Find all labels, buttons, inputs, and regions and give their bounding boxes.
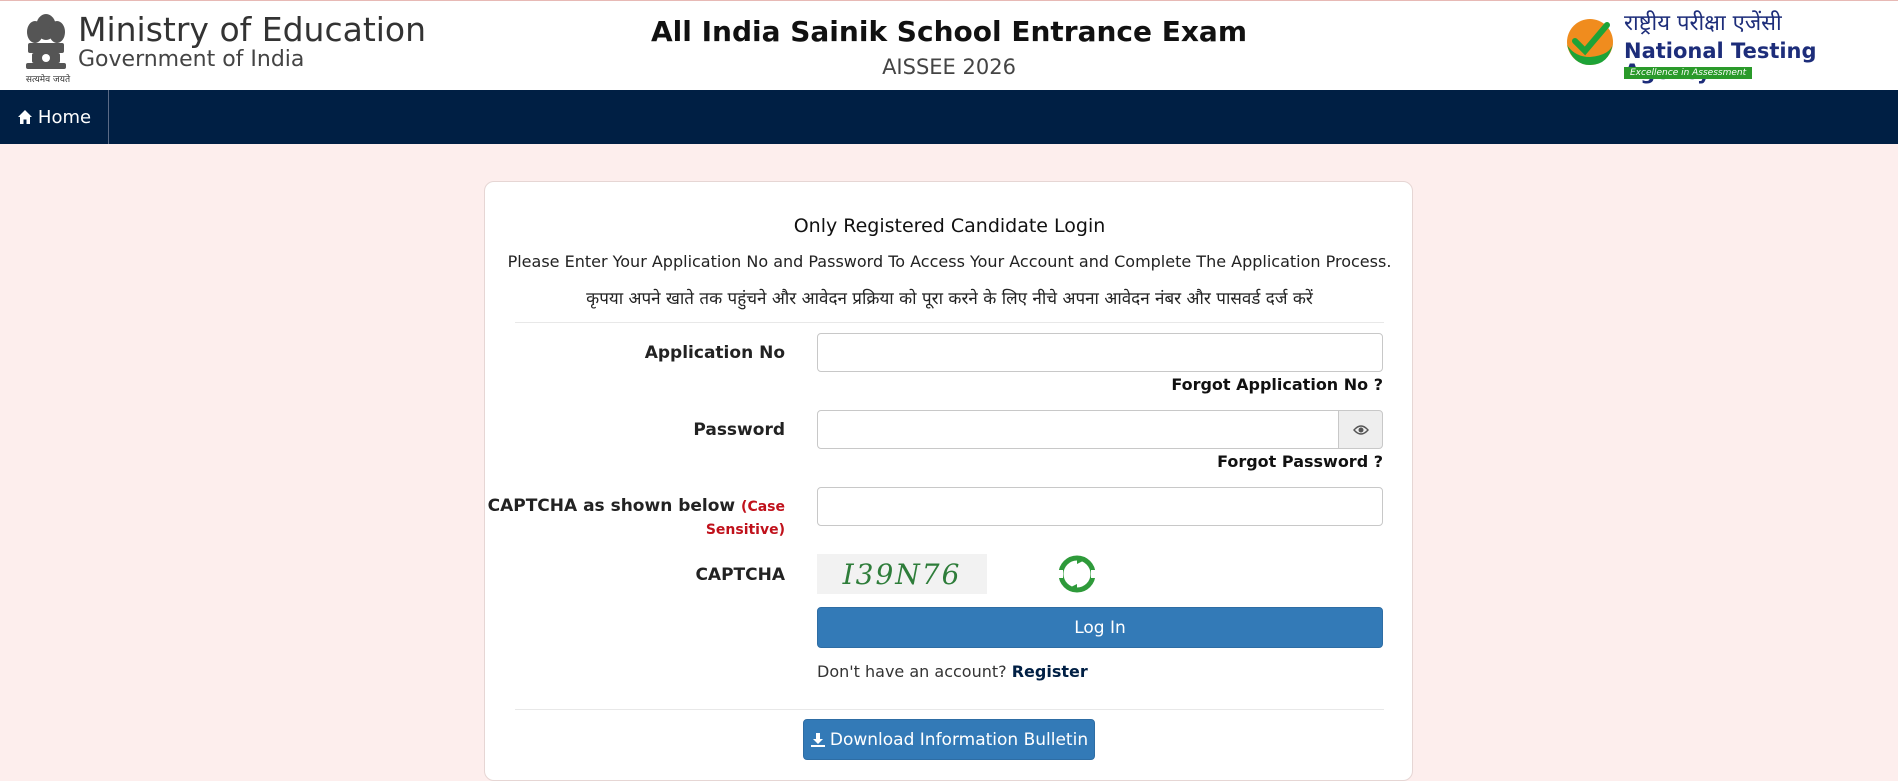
download-bulletin-label: Download Information Bulletin <box>829 729 1089 750</box>
divider <box>515 322 1384 323</box>
case-sensitive-note-2: Sensitive) <box>705 522 785 538</box>
instruction-english: Please Enter Your Application No and Pas… <box>507 252 1392 271</box>
download-bulletin-button[interactable]: Download Information Bulletin <box>803 719 1095 760</box>
no-account-row: Don't have an account? Register <box>817 662 1088 681</box>
application-no-input[interactable] <box>817 333 1383 372</box>
divider <box>515 709 1384 710</box>
password-input[interactable] <box>817 410 1339 449</box>
case-sensitive-note: (Case <box>741 499 785 515</box>
no-account-text: Don't have an account? <box>817 662 1007 681</box>
application-no-label: Application No <box>644 343 785 363</box>
captcha-input-label: CAPTCHA as shown below (Case <box>485 496 785 516</box>
nta-tagline: Excellence in Assessment <box>1624 67 1753 79</box>
instruction-hindi: कृपया अपने खाते तक पहुंचने और आवेदन प्रक… <box>586 289 1313 309</box>
nta-hindi-name: राष्ट्रीय परीक्षा एजेंसी <box>1624 11 1782 36</box>
login-title: Only Registered Candidate Login <box>793 215 1106 237</box>
nav-home-link[interactable]: Home <box>0 90 109 144</box>
site-header: सत्यमेव जयते Ministry of Education Gover… <box>0 0 1898 90</box>
nav-home-label: Home <box>37 106 92 128</box>
captcha-input-label-text: CAPTCHA as shown below <box>487 496 736 516</box>
login-card: Only Registered Candidate Login Please E… <box>484 181 1413 781</box>
home-icon <box>17 110 32 124</box>
register-link[interactable]: Register <box>1012 662 1088 681</box>
navbar: Home <box>0 90 1898 144</box>
download-icon <box>810 732 825 747</box>
nta-logo-icon <box>1567 19 1613 65</box>
captcha-text: I39N76 <box>842 557 962 591</box>
refresh-icon[interactable] <box>1057 554 1097 594</box>
login-button[interactable]: Log In <box>817 607 1383 648</box>
password-label: Password <box>693 420 785 440</box>
eye-icon <box>1352 424 1369 435</box>
captcha-input[interactable] <box>817 487 1383 526</box>
captcha-label: CAPTCHA <box>695 565 785 585</box>
captcha-image: I39N76 <box>817 554 987 594</box>
forgot-application-link[interactable]: Forgot Application No ? <box>817 375 1383 394</box>
show-password-button[interactable] <box>1338 410 1383 449</box>
forgot-password-link[interactable]: Forgot Password ? <box>817 452 1383 471</box>
